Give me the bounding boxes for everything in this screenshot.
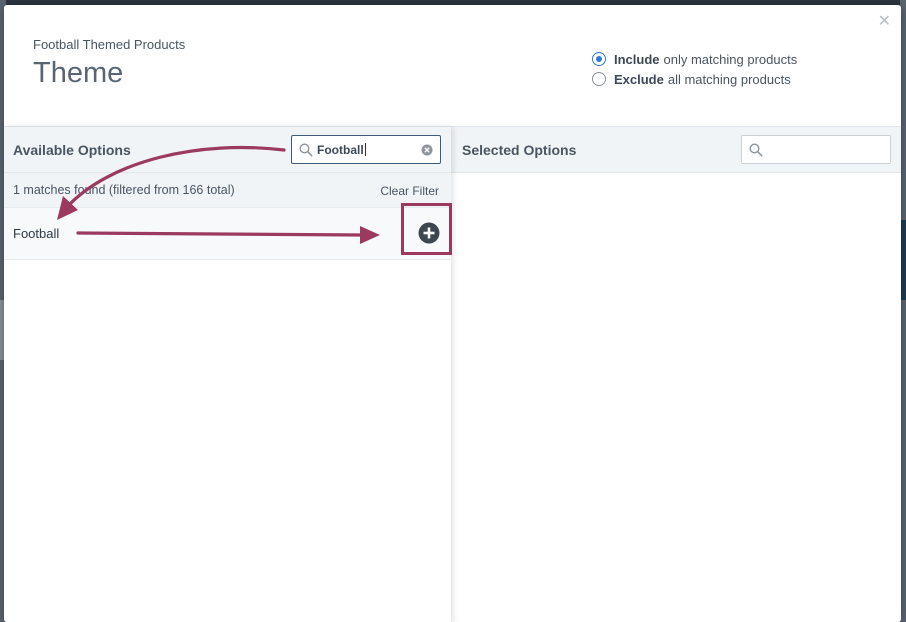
search-icon (749, 143, 763, 157)
selected-search-input[interactable] (741, 135, 891, 164)
include-radio[interactable] (592, 52, 606, 66)
modal-subtitle: Football Themed Products (33, 37, 186, 52)
matches-count: 1 matches found (filtered from 166 total… (13, 183, 235, 197)
exclude-radio[interactable] (592, 72, 606, 86)
selected-options-panel: Selected Options (451, 127, 901, 622)
available-options-header: Available Options Football (4, 127, 451, 173)
plus-circle-icon[interactable] (418, 222, 440, 244)
available-search-input[interactable]: Football (291, 135, 441, 164)
selected-options-header: Selected Options (451, 127, 901, 173)
modal-title: Theme (33, 57, 124, 89)
filter-mode-radio-group: Include only matching products Exclude a… (592, 49, 797, 89)
available-options-panel: Available Options Football 1 matches fou… (4, 127, 451, 622)
exclude-option-label: all matching products (667, 71, 791, 87)
available-options-title: Available Options (13, 142, 131, 158)
clear-search-icon[interactable] (421, 144, 433, 156)
matches-info-row: 1 matches found (filtered from 166 total… (4, 173, 451, 208)
include-option-label: only matching products (663, 51, 798, 67)
search-icon (299, 143, 313, 157)
list-item[interactable]: Football (4, 208, 451, 260)
exclude-option-bold: Exclude (614, 71, 664, 87)
options-panels: Available Options Football 1 matches fou… (4, 126, 901, 622)
include-option-bold: Include (614, 51, 660, 67)
available-search-value[interactable]: Football (317, 143, 366, 157)
exclude-option[interactable]: Exclude all matching products (592, 69, 797, 89)
include-option[interactable]: Include only matching products (592, 49, 797, 69)
selected-options-title: Selected Options (462, 142, 577, 158)
option-label: Football (13, 226, 60, 241)
theme-filter-modal: ✕ Football Themed Products Theme Include… (4, 5, 901, 622)
close-icon[interactable]: ✕ (878, 13, 891, 29)
clear-filter-link[interactable]: Clear Filter (380, 184, 439, 198)
